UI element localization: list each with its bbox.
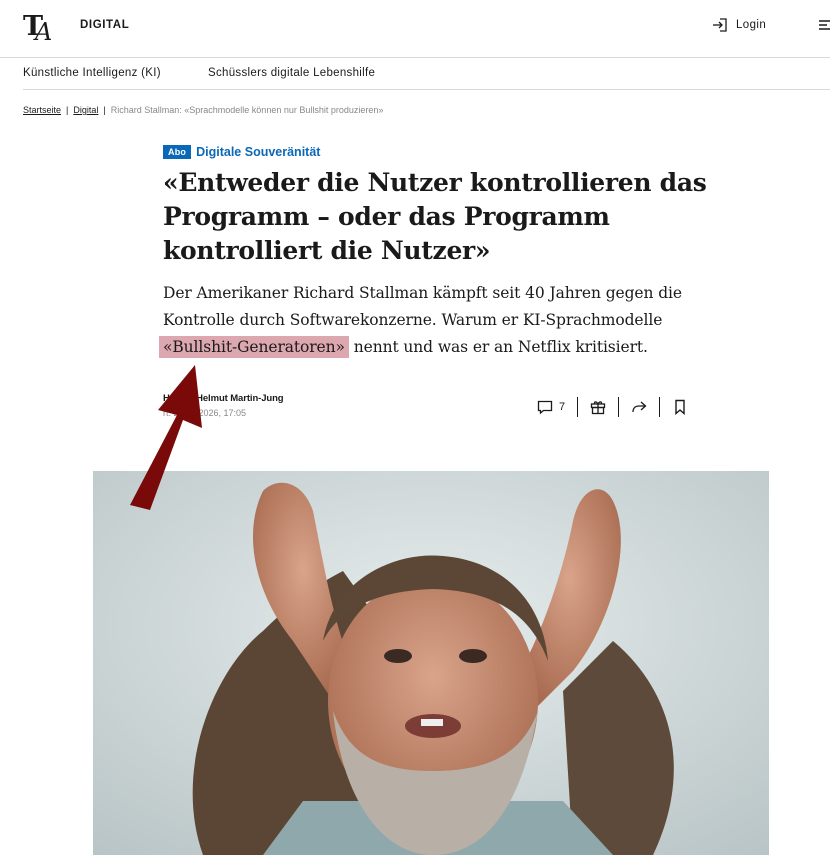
bookmark-button[interactable] xyxy=(659,397,700,417)
article-lead: Der Amerikaner Richard Stallman kämpft s… xyxy=(159,280,723,361)
breadcrumb: Startseite | Digital | Richard Stallman:… xyxy=(23,105,383,115)
lead-line: Kontrolle durch Softwarekonzerne. Warum … xyxy=(163,311,663,329)
svg-text:A: A xyxy=(33,18,52,43)
breadcrumb-separator: | xyxy=(103,105,106,115)
lead-line: «Bullshit-Generatoren» nennt und was er … xyxy=(159,334,723,361)
comments-button[interactable]: 7 xyxy=(537,397,577,417)
subnav-item-ki[interactable]: Künstliche Intelligenz (KI) xyxy=(23,67,161,79)
comment-icon xyxy=(537,400,553,415)
login-icon xyxy=(713,18,727,32)
menu-icon[interactable] xyxy=(818,17,830,33)
publish-date: rt: 29.01.2026, 17:05 xyxy=(163,408,247,418)
breadcrumb-separator: | xyxy=(66,105,69,115)
subnav-item-lebenshilfe[interactable]: Schüsslers digitale Lebenshilfe xyxy=(208,67,375,79)
article-actions: 7 xyxy=(537,396,700,418)
logo[interactable]: T A xyxy=(23,9,57,43)
author-link[interactable]: Hauck xyxy=(163,393,191,404)
lead-line: Der Amerikaner Richard Stallman kämpft s… xyxy=(163,284,682,302)
subnav: Künstliche Intelligenz (KI) Schüsslers d… xyxy=(23,57,830,90)
abo-badge: Abo xyxy=(163,145,192,159)
article-kicker: Abo Digitale Souveränität xyxy=(163,145,320,159)
gift-icon xyxy=(590,401,606,415)
share-button[interactable] xyxy=(618,397,659,417)
breadcrumb-home[interactable]: Startseite xyxy=(23,105,61,115)
topic-link[interactable]: Digitale Souveränität xyxy=(196,145,320,159)
author-link[interactable]: Helmut Martin-Jung xyxy=(196,393,284,404)
breadcrumb-section[interactable]: Digital xyxy=(73,105,98,115)
breadcrumb-current: Richard Stallman: «Sprachmodelle können … xyxy=(110,105,384,115)
login-button[interactable]: Login xyxy=(712,17,766,33)
login-label: Login xyxy=(736,19,767,31)
highlighted-term: «Bullshit-Generatoren» xyxy=(159,336,349,358)
share-icon xyxy=(632,401,647,413)
article-byline: Hauck, Helmut Martin-Jung rt: 29.01.2026… xyxy=(163,393,284,418)
article-photo xyxy=(93,471,769,855)
section-title[interactable]: DIGITAL xyxy=(80,19,129,31)
author-names: Hauck, Helmut Martin-Jung xyxy=(163,393,284,404)
article-headline: «Entweder die Nutzer kontrollieren das P… xyxy=(163,168,707,265)
gift-button[interactable] xyxy=(577,397,618,417)
bookmark-icon xyxy=(675,399,685,415)
comment-count: 7 xyxy=(559,401,566,413)
site-header: T A DIGITAL Login xyxy=(0,0,830,58)
lead-line-rest: nennt und was er an Netflix kritisiert. xyxy=(348,338,648,356)
